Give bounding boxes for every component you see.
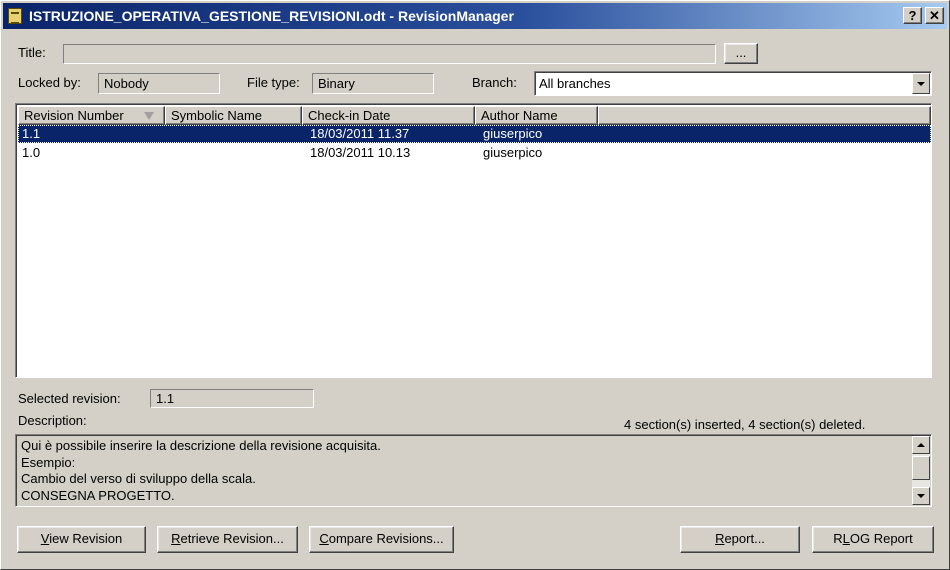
title-field — [63, 44, 716, 64]
description-line: Esempio: — [21, 454, 76, 470]
table-row[interactable]: 1.1 18/03/2011 11.37 giuserpico — [18, 125, 931, 143]
cell-author: giuserpico — [483, 145, 543, 160]
window-title: ISTRUZIONE_OPERATIVA_GESTIONE_REVISIONI.… — [29, 8, 514, 24]
branch-select[interactable]: All branches — [534, 71, 932, 96]
cell-date: 18/03/2011 10.13 — [310, 145, 411, 160]
description-line: Cambio del verso di sviluppo della scala… — [21, 471, 256, 486]
sort-descending-icon — [144, 112, 154, 120]
table-row[interactable]: 1.0 18/03/2011 10.13 giuserpico — [18, 144, 931, 162]
title-bar[interactable]: ISTRUZIONE_OPERATIVA_GESTIONE_REVISIONI.… — [3, 3, 947, 29]
locked-by-label: Locked by: — [18, 75, 81, 90]
column-revision-number-label: Revision Number — [24, 108, 124, 123]
branch-select-value: All branches — [539, 76, 611, 91]
description-line: Qui è possibile inserire la descrizione … — [21, 438, 381, 453]
browse-button[interactable]: ... — [724, 43, 758, 64]
compare-revisions-button[interactable]: Compare Revisions... — [309, 526, 454, 553]
branch-label: Branch: — [472, 75, 517, 90]
description-scrollbar[interactable] — [912, 436, 930, 505]
scroll-thumb[interactable] — [912, 456, 930, 480]
description-line: CONSEGNA PROGETTO. — [21, 487, 175, 503]
document-icon — [8, 8, 22, 24]
cell-revision: 1.0 — [22, 145, 41, 160]
cell-author: giuserpico — [483, 126, 543, 141]
report-button[interactable]: Report... — [680, 526, 800, 553]
column-symbolic-name[interactable]: Symbolic Name — [165, 106, 302, 125]
column-check-in-date[interactable]: Check-in Date — [302, 106, 475, 125]
revisions-list[interactable]: Revision Number Symbolic Name Check-in D… — [15, 103, 932, 378]
rlog-report-button[interactable]: RLOG Report — [812, 526, 934, 553]
help-button[interactable]: ? — [903, 7, 922, 24]
description-label: Description: — [18, 413, 87, 428]
cell-date: 18/03/2011 11.37 — [310, 126, 410, 141]
revision-manager-window: ISTRUZIONE_OPERATIVA_GESTIONE_REVISIONI.… — [0, 0, 950, 570]
cell-revision: 1.1 — [22, 126, 41, 141]
changes-summary: 4 section(s) inserted, 4 section(s) dele… — [624, 417, 866, 432]
locked-by-field: Nobody — [98, 73, 220, 94]
revisions-list-header: Revision Number Symbolic Name Check-in D… — [18, 106, 931, 125]
file-type-field: Binary — [312, 73, 434, 94]
description-text: Qui è possibile inserire la descrizione … — [21, 438, 381, 504]
selected-revision-field: 1.1 — [150, 389, 314, 408]
scroll-down-icon[interactable] — [912, 487, 930, 505]
view-revision-button[interactable]: View Revision — [17, 526, 146, 553]
column-author-name[interactable]: Author Name — [475, 106, 598, 125]
retrieve-revision-button[interactable]: Retrieve Revision... — [157, 526, 298, 553]
chevron-down-icon[interactable] — [912, 73, 930, 94]
file-type-label: File type: — [247, 75, 300, 90]
selected-revision-label: Selected revision: — [18, 391, 121, 406]
column-filler — [598, 106, 931, 125]
close-button[interactable]: ✕ — [925, 7, 944, 24]
scroll-up-icon[interactable] — [912, 436, 930, 454]
title-label: Title: — [18, 45, 46, 60]
column-revision-number[interactable]: Revision Number — [18, 106, 165, 125]
description-textarea[interactable]: Qui è possibile inserire la descrizione … — [15, 434, 932, 507]
